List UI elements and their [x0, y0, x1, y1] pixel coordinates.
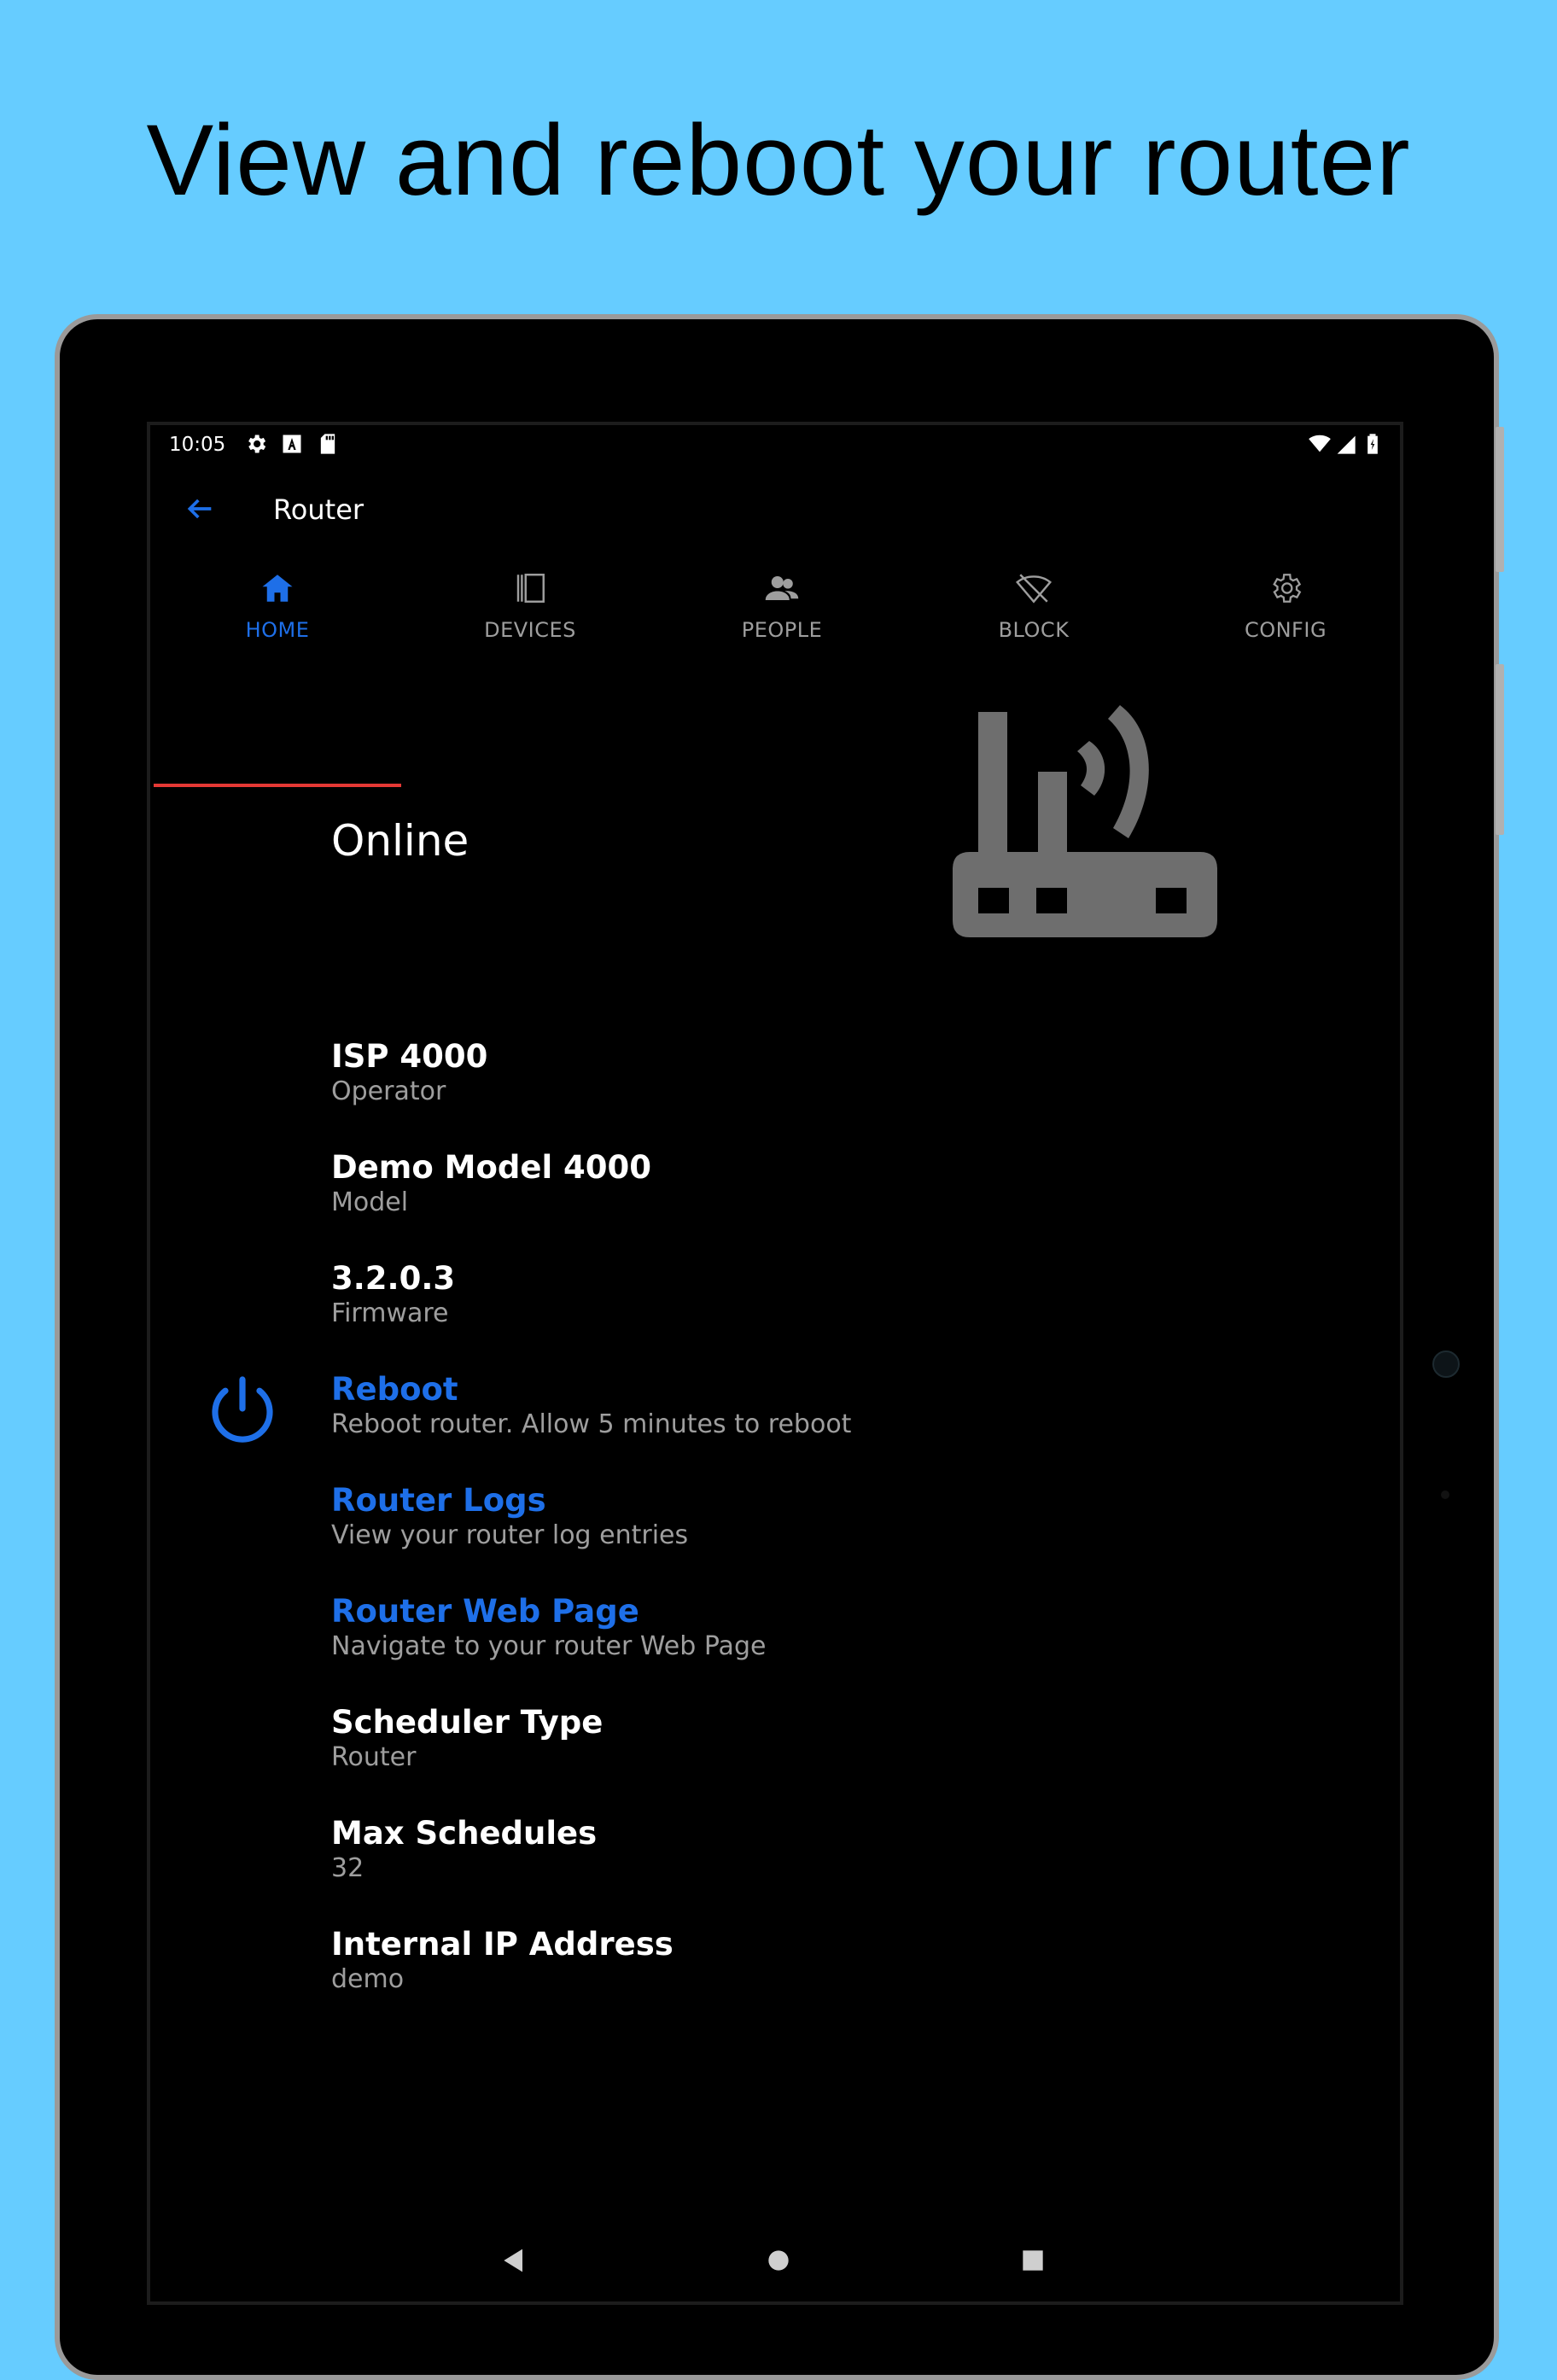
router-logs-item[interactable]: Router Logs View your router log entries [331, 1482, 688, 1552]
signal-icon [1337, 435, 1356, 454]
tab-people[interactable]: PEOPLE [658, 553, 906, 659]
home-icon [262, 575, 293, 602]
router-logs-title[interactable]: Router Logs [331, 1482, 688, 1520]
status-bar: 10:05 [150, 425, 1400, 468]
tab-block[interactable]: BLOCK [910, 553, 1158, 659]
people-icon [765, 576, 799, 600]
firmware-value: 3.2.0.3 [331, 1260, 456, 1297]
internal-ip-value: demo [331, 1964, 405, 1994]
scheduler-type-label: Scheduler Type [331, 1704, 604, 1741]
tab-block-label: BLOCK [998, 618, 1070, 642]
power-icon[interactable] [201, 1371, 283, 1453]
wifi-off-icon [1016, 574, 1052, 604]
max-schedules-label: Max Schedules [331, 1815, 598, 1852]
proximity-sensor [1441, 1490, 1449, 1499]
battery-icon [1367, 434, 1378, 454]
reboot-subtitle: Reboot router. Allow 5 minutes to reboot [331, 1409, 852, 1439]
operator-label: Operator [331, 1076, 446, 1106]
max-schedules-value: 32 [331, 1853, 364, 1883]
tab-people-label: PEOPLE [741, 618, 823, 642]
scheduler-type-item: Scheduler Type Router [331, 1704, 603, 1774]
wifi-icon [1309, 435, 1331, 452]
max-schedules-item: Max Schedules 32 [331, 1815, 597, 1885]
tab-devices[interactable]: DEVICES [406, 553, 654, 659]
model-label: Model [331, 1187, 409, 1217]
internal-ip-label: Internal IP Address [331, 1926, 674, 1963]
router-logs-subtitle: View your router log entries [331, 1520, 689, 1550]
tab-devices-label: DEVICES [484, 618, 576, 642]
system-nav-bar [150, 2225, 1400, 2301]
back-triangle-icon[interactable] [497, 2243, 531, 2278]
headline: View and reboot your router [146, 104, 1411, 217]
router-web-page-title[interactable]: Router Web Page [331, 1593, 766, 1630]
model-item: Demo Model 4000 Model [331, 1149, 651, 1219]
gear-icon [1273, 574, 1302, 603]
internal-ip-item: Internal IP Address demo [331, 1926, 674, 1996]
firmware-item: 3.2.0.3 Firmware [331, 1260, 455, 1330]
recents-square-icon[interactable] [1016, 2243, 1050, 2278]
arrow-back-icon[interactable] [183, 492, 217, 526]
sd-card-icon [320, 434, 335, 454]
page-title: Router [273, 493, 364, 526]
reboot-title[interactable]: Reboot [331, 1371, 851, 1409]
settings-icon [248, 435, 266, 453]
tab-home-label: HOME [245, 618, 310, 642]
devices-icon [516, 574, 545, 603]
tab-indicator [154, 784, 401, 787]
tablet-side-button-upper [1496, 427, 1504, 572]
tab-config[interactable]: CONFIG [1162, 553, 1400, 659]
operator-value: ISP 4000 [331, 1038, 488, 1075]
model-value: Demo Model 4000 [331, 1149, 652, 1186]
tab-config-label: CONFIG [1244, 618, 1327, 642]
operator-item: ISP 4000 Operator [331, 1038, 487, 1108]
status-time: 10:05 [169, 434, 226, 456]
router-status: Online [331, 816, 469, 866]
tab-bar: HOME DEVICES PEOPLE BLOCK CONFIG [150, 553, 1400, 787]
home-circle-icon[interactable] [761, 2243, 796, 2278]
reboot-item[interactable]: Reboot Reboot router. Allow 5 minutes to… [331, 1371, 851, 1441]
router-icon [953, 705, 1217, 937]
font-icon [283, 435, 301, 453]
router-web-page-item[interactable]: Router Web Page Navigate to your router … [331, 1593, 766, 1663]
app-bar: Router [150, 468, 1400, 553]
camera-lens [1432, 1350, 1460, 1378]
firmware-label: Firmware [331, 1298, 449, 1328]
tab-home[interactable]: HOME [154, 553, 401, 659]
scheduler-type-value: Router [331, 1742, 417, 1772]
router-web-page-subtitle: Navigate to your router Web Page [331, 1631, 767, 1661]
device-screen: 10:05 Router HOME DEVICES PEOPLE BLOCK C… [147, 422, 1403, 2305]
tablet-side-button-lower [1496, 664, 1504, 835]
